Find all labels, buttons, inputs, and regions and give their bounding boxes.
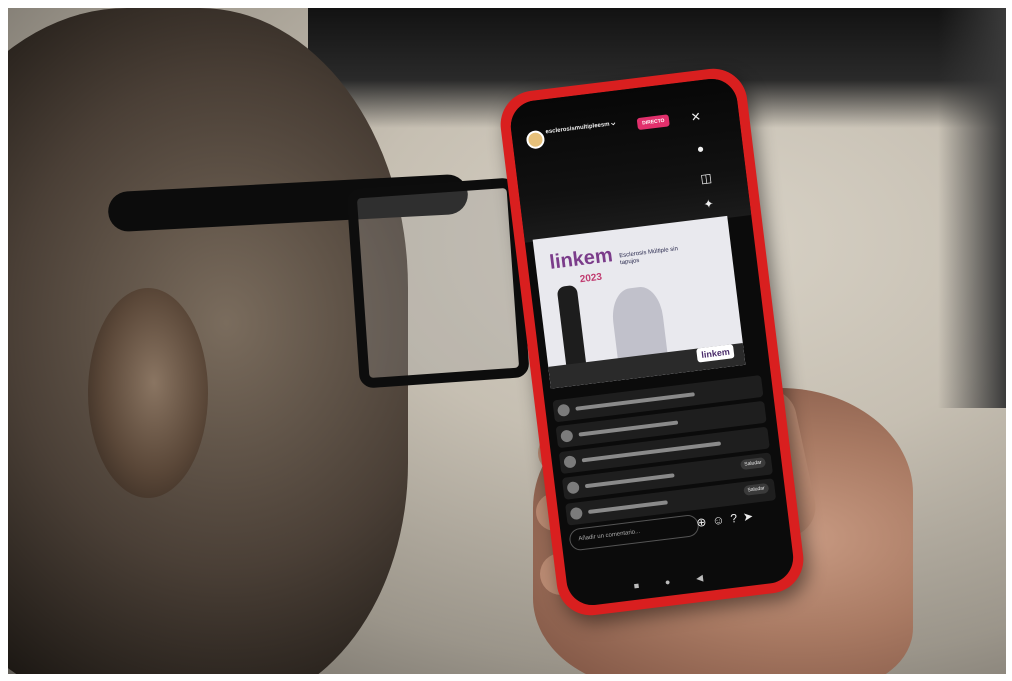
greet-button[interactable]: Saludar [739, 457, 767, 471]
mic-icon[interactable]: ● [696, 141, 705, 156]
greet-button[interactable]: Saludar [742, 482, 770, 496]
home-icon[interactable]: ● [664, 573, 696, 587]
avatar [566, 481, 580, 495]
stage-year: 2023 [579, 271, 603, 286]
speaker [556, 284, 587, 367]
chat-text [575, 392, 695, 411]
chat-text [578, 420, 679, 437]
people-icon[interactable]: ☺ [711, 512, 731, 528]
close-icon[interactable]: ✕ [690, 109, 702, 124]
photo: esclerosismultipleesm ⌄ DIRECTO ✕ ● ◫ ✦ … [8, 8, 1006, 674]
chevron-down-icon[interactable]: ⌄ [608, 117, 618, 129]
camera-flip-icon[interactable]: ◫ [700, 171, 713, 186]
glasses-lens [346, 177, 530, 389]
stage-video: linkem 2023 Esclerosis Múltiple sin tapu… [532, 215, 746, 389]
avatar [569, 506, 584, 521]
add-icon[interactable]: ⊕ [696, 514, 714, 530]
person-head [8, 8, 408, 674]
send-icon[interactable]: ➤ [742, 508, 760, 524]
avatar[interactable] [525, 129, 546, 150]
chat-text [588, 500, 668, 515]
stage-subtitle: Esclerosis Múltiple sin tapujos [618, 246, 679, 267]
background-dark-right [938, 8, 1006, 408]
avatar [563, 455, 577, 469]
avatar [556, 403, 571, 417]
chat-list: Saludar Saludar [552, 374, 777, 530]
person-ear [88, 288, 208, 498]
back-icon[interactable]: ◀ [695, 569, 729, 583]
chat-text [584, 473, 675, 489]
stage-logo: linkem [548, 244, 614, 274]
phone-screen: esclerosismultipleesm ⌄ DIRECTO ✕ ● ◫ ✦ … [507, 76, 797, 608]
recent-apps-icon[interactable]: ■ [633, 577, 665, 591]
effects-icon[interactable]: ✦ [703, 197, 715, 212]
chat-text [581, 441, 722, 463]
live-badge: DIRECTO [636, 114, 671, 131]
avatar [560, 429, 574, 443]
system-nav-bar: ■●◀ [567, 561, 795, 600]
username[interactable]: esclerosismultipleesm [545, 122, 610, 136]
